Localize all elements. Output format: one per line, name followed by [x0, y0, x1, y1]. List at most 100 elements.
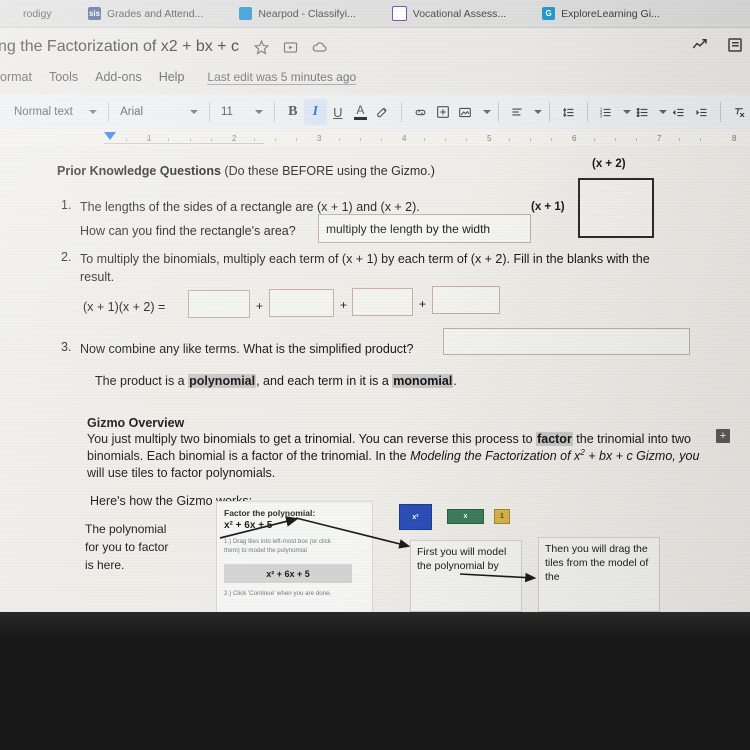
tab-label: Grades and Attend...	[107, 7, 204, 20]
insert-link-icon[interactable]	[409, 99, 432, 125]
nearpod-favicon	[239, 7, 253, 20]
decrease-indent-icon[interactable]	[667, 99, 690, 125]
margin-line	[104, 143, 264, 144]
insert-image-icon[interactable]	[454, 99, 477, 125]
section-heading-bold: Prior Knowledge Questions	[57, 164, 221, 178]
bulleted-list-caret[interactable]	[653, 110, 668, 114]
menu-item-format[interactable]: ormat	[0, 70, 32, 84]
overview-line2-mid: of x	[556, 449, 581, 464]
browser-tab-strip: rodigy sis Grades and Attend... Nearpod …	[0, 0, 750, 28]
activity-dashboard-icon[interactable]	[690, 36, 710, 59]
ruler-mark: 7	[657, 134, 662, 143]
star-icon[interactable]	[253, 39, 270, 56]
question-1-answer-box[interactable]: multiply the length by the width	[318, 214, 531, 243]
text-color-label: A	[356, 103, 365, 117]
question-2-blank-2[interactable]	[269, 289, 334, 317]
font-family-select[interactable]: Arial	[116, 100, 202, 124]
browser-tab-vocational[interactable]: ▤ Vocational Assess...	[388, 0, 516, 27]
hide-menus-icon[interactable]	[726, 36, 744, 59]
title-icon-group	[253, 39, 328, 56]
ruler-mark: 8	[732, 134, 737, 143]
grades-favicon: sis	[88, 7, 101, 20]
paragraph-style-value: Normal text	[14, 106, 73, 118]
question-2-blank-4[interactable]	[432, 286, 500, 314]
document-body: Prior Knowledge Questions (Do these BEFO…	[0, 146, 750, 612]
add-comment-margin-button[interactable]: +	[716, 429, 730, 443]
clear-formatting-icon[interactable]	[727, 99, 750, 125]
line-spacing-icon[interactable]	[557, 99, 580, 125]
increase-indent-icon[interactable]	[690, 99, 713, 125]
unit-tile[interactable]: 1	[494, 509, 510, 524]
rectangle-top-label: (x + 2)	[592, 158, 626, 170]
question-3-prompt: Now combine any like terms. What is the …	[80, 342, 414, 356]
overview-line3: will use tiles to factor polynomials.	[87, 466, 276, 480]
menu-item-tools[interactable]: Tools	[49, 70, 78, 84]
question-2-operator-1: +	[256, 299, 264, 313]
question-2-expression: (x + 1)(x + 2) =	[83, 300, 166, 314]
browser-tab-grades[interactable]: sis Grades and Attend...	[84, 0, 213, 27]
question-2-blank-3[interactable]	[352, 288, 413, 316]
bulleted-list-icon[interactable]	[631, 99, 654, 125]
sidenote-line-2: for you to factor	[85, 540, 169, 554]
toolbar-divider	[209, 102, 210, 122]
question-3-number: 3.	[61, 340, 72, 354]
left-indent-marker[interactable]	[104, 132, 116, 140]
page-title[interactable]: ng the Factorization of x2 + bx + c	[0, 38, 239, 56]
last-edit-status[interactable]: Last edit was 5 minutes ago	[207, 70, 357, 85]
browser-tab-explorelearning[interactable]: G ExploreLearning Gi...	[538, 0, 670, 27]
howto-sidenote: The polynomial for you to factor is here…	[85, 520, 215, 574]
add-comment-icon[interactable]	[432, 99, 455, 125]
browser-tab-prodigy[interactable]: rodigy	[0, 0, 84, 27]
question-2-line1: To multiply the binomials, multiply each…	[80, 252, 650, 266]
font-size-select[interactable]: 11	[217, 100, 267, 124]
chevron-down-icon	[190, 110, 199, 114]
screen-photo: rodigy sis Grades and Attend... Nearpod …	[0, 0, 750, 612]
explorelearning-favicon: G	[542, 7, 556, 20]
ruler-mark: 2	[232, 134, 237, 143]
align-options-caret[interactable]	[528, 110, 543, 114]
question-2-blank-1[interactable]	[188, 290, 250, 318]
menu-item-addons[interactable]: Add-ons	[95, 70, 142, 84]
document-page[interactable]: Prior Knowledge Questions (Do these BEFO…	[0, 146, 750, 612]
gizmo-step-2: 2.) Click 'Continue' when you are done.	[224, 590, 332, 597]
toolbar-divider	[108, 102, 110, 122]
bold-button[interactable]: B	[281, 99, 304, 125]
gizmo-polynomial-field[interactable]: x² + 6x + 5	[224, 564, 352, 583]
sidenote-line-1: The polynomial	[85, 522, 167, 536]
overview-line2: binomials. Each binomial is a factor of …	[87, 447, 699, 465]
highlight-color-icon[interactable]	[372, 99, 395, 125]
polynomial-highlight: polynomial	[188, 374, 257, 388]
factor-highlight: factor	[536, 432, 573, 446]
text-color-swatch	[353, 117, 367, 120]
tab-label: rodigy	[23, 7, 52, 20]
paragraph-style-select[interactable]: Normal text	[10, 100, 101, 124]
document-title-row: ng the Factorization of x2 + bx + c	[0, 32, 750, 62]
vocational-favicon: ▤	[391, 6, 407, 21]
chevron-down-icon	[622, 110, 631, 114]
align-icon[interactable]	[506, 99, 529, 125]
overview-line2-post: + bx + c Gizmo, you	[584, 449, 700, 464]
question-3-answer-box[interactable]	[443, 328, 690, 355]
numbered-list-caret[interactable]	[617, 110, 631, 114]
gizmo-name-italic: Modeling the Factorization	[410, 449, 557, 464]
question-3-note-mid: , and each term in it is a	[256, 374, 393, 388]
callout-second-step: Then you will drag the tiles from the mo…	[538, 537, 660, 612]
section-heading: Prior Knowledge Questions (Do these BEFO…	[57, 162, 435, 180]
browser-tab-nearpod[interactable]: Nearpod - Classifyi...	[235, 0, 365, 27]
menu-item-help[interactable]: Help	[159, 70, 185, 84]
underline-button[interactable]: U	[327, 99, 350, 125]
x-tile[interactable]: x	[447, 509, 484, 524]
ruler-mark: 4	[402, 134, 407, 143]
cloud-status-icon[interactable]	[311, 39, 328, 56]
toolbar-divider	[273, 102, 275, 122]
image-options-caret[interactable]	[477, 110, 491, 114]
move-to-folder-icon[interactable]	[282, 39, 299, 56]
document-ruler[interactable]: 1 2 3 4 5 6 7 8	[0, 130, 750, 146]
numbered-list-icon[interactable]: 1 2 3	[594, 99, 617, 125]
question-3-note: The product is a polynomial, and each te…	[95, 372, 457, 390]
gizmo-panel-polynomial: x² + 6x + 5	[224, 520, 273, 531]
x-squared-tile[interactable]: x²	[399, 504, 432, 530]
text-color-button[interactable]: A	[349, 99, 372, 125]
overview-line1-post: the trinomial into two	[572, 432, 691, 446]
italic-button[interactable]: I	[304, 99, 327, 125]
